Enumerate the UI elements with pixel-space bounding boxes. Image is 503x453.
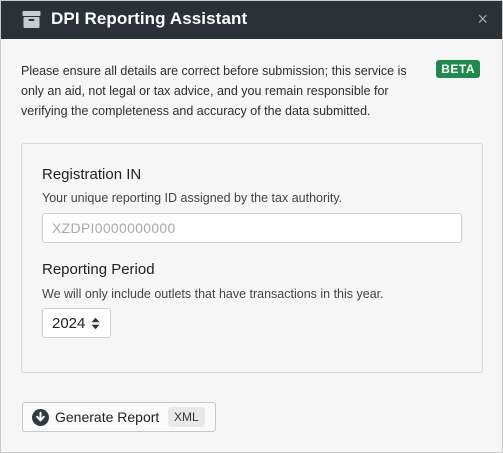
download-circle-icon: [32, 409, 49, 426]
close-icon[interactable]: ×: [477, 8, 488, 30]
registration-help: Your unique reporting ID assigned by the…: [42, 191, 343, 205]
dialog-window: DPI Reporting Assistant × Please ensure …: [0, 0, 503, 453]
registration-input[interactable]: [42, 213, 462, 243]
reporting-period-label: Reporting Period: [42, 261, 155, 278]
beta-badge: BETA: [436, 60, 480, 78]
generate-report-label: Generate Report: [55, 409, 160, 425]
reporting-period-select[interactable]: 2024: [42, 308, 111, 338]
archive-box-icon: [22, 11, 41, 28]
format-tag: XML: [168, 407, 205, 427]
disclaimer-text: Please ensure all details are correct be…: [21, 64, 407, 118]
registration-label: Registration IN: [42, 166, 142, 183]
reporting-period-help: We will only include outlets that have t…: [42, 287, 384, 301]
window-title: DPI Reporting Assistant: [51, 9, 248, 28]
reporting-period-value: 2024: [52, 314, 86, 332]
up-down-chevron-icon: [91, 317, 100, 330]
generate-report-button[interactable]: Generate Report XML: [22, 402, 216, 432]
form-panel: Registration IN Your unique reporting ID…: [21, 143, 483, 373]
title-bar: DPI Reporting Assistant ×: [1, 1, 502, 39]
